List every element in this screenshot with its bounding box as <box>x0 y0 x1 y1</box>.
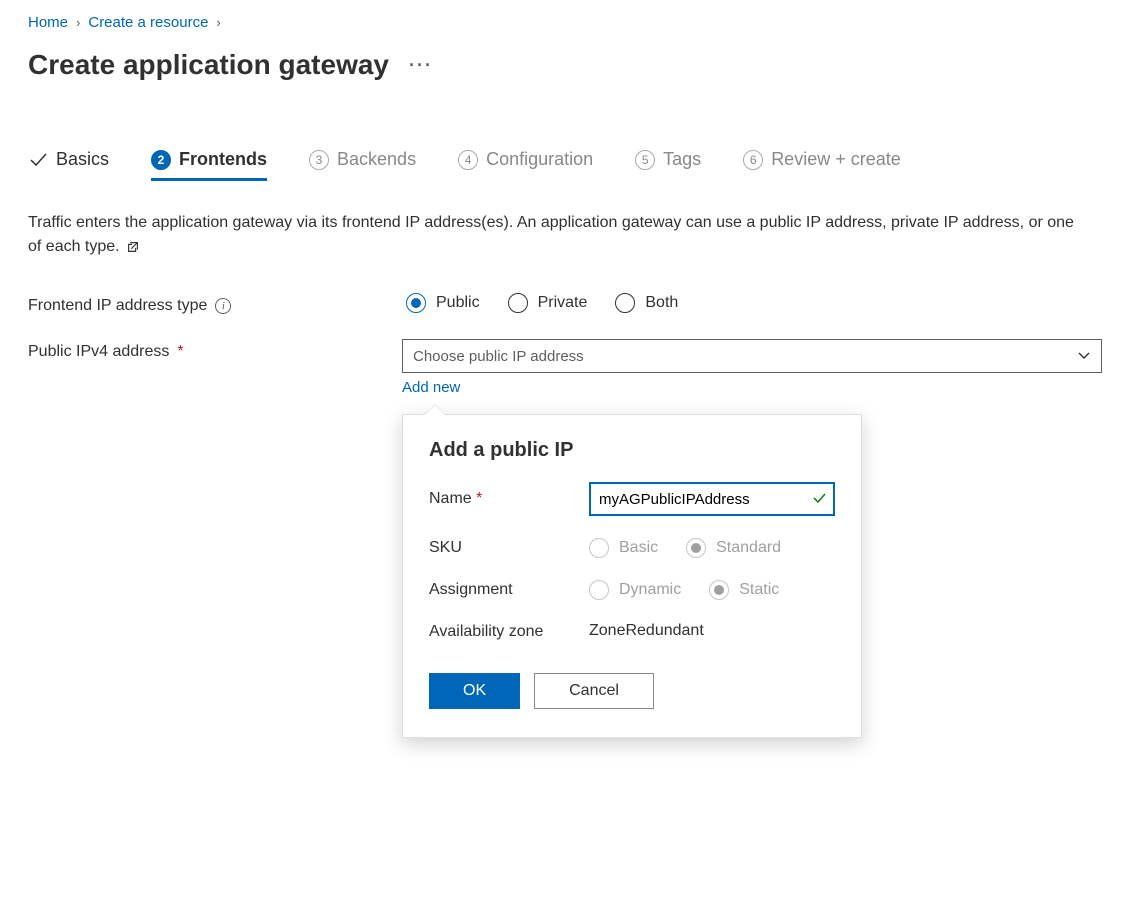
page-title-text: Create application gateway <box>28 49 389 81</box>
radio-label: Standard <box>716 539 781 557</box>
tab-label: Backends <box>337 149 416 170</box>
step-number-icon: 4 <box>458 150 478 170</box>
required-asterisk-icon: * <box>476 490 482 507</box>
radio-label: Private <box>538 294 588 312</box>
tab-configuration[interactable]: 4 Configuration <box>458 143 593 180</box>
popup-row-availability-zone: Availability zone ZoneRedundant <box>429 622 835 643</box>
popup-label-name: Name <box>429 490 472 507</box>
radio-dot-icon <box>406 293 426 313</box>
chevron-right-icon: › <box>216 15 220 30</box>
add-public-ip-popup: Add a public IP Name * SKU <box>402 414 862 738</box>
tab-label: Configuration <box>486 149 593 170</box>
radio-sku-basic: Basic <box>589 538 658 558</box>
popup-label-sku: SKU <box>429 539 589 557</box>
popup-row-assignment: Assignment Dynamic Static <box>429 580 835 600</box>
radio-private[interactable]: Private <box>508 293 588 313</box>
step-number-icon: 2 <box>151 150 171 170</box>
tab-label: Frontends <box>179 149 267 170</box>
radio-dot-icon <box>589 580 609 600</box>
radio-assignment-dynamic: Dynamic <box>589 580 681 600</box>
check-icon <box>811 490 827 511</box>
tab-review-create[interactable]: 6 Review + create <box>743 143 901 180</box>
popup-row-name: Name * <box>429 482 835 516</box>
step-number-icon: 3 <box>309 150 329 170</box>
radio-dot-icon <box>686 538 706 558</box>
radio-assignment-static: Static <box>709 580 779 600</box>
radio-dot-icon <box>589 538 609 558</box>
breadcrumb-home[interactable]: Home <box>28 14 68 31</box>
tab-frontends[interactable]: 2 Frontends <box>151 143 267 180</box>
more-actions-icon[interactable]: ··· <box>409 55 433 76</box>
required-asterisk-icon: * <box>177 343 183 361</box>
label-public-ipv4: Public IPv4 address <box>28 343 169 361</box>
radio-dot-icon <box>615 293 635 313</box>
chevron-down-icon <box>1077 348 1091 365</box>
popup-button-row: OK Cancel <box>429 673 835 709</box>
radio-sku-standard: Standard <box>686 538 781 558</box>
popup-label-availability-zone: Availability zone <box>429 622 589 643</box>
breadcrumb-create-resource[interactable]: Create a resource <box>88 14 208 31</box>
cancel-button[interactable]: Cancel <box>534 673 654 709</box>
popup-title: Add a public IP <box>429 439 835 462</box>
description-text: Traffic enters the application gateway v… <box>28 214 1074 255</box>
row-public-ipv4: Public IPv4 address * Choose public IP a… <box>28 339 1102 738</box>
tab-label: Basics <box>56 149 109 170</box>
radio-label: Both <box>645 294 678 312</box>
radio-public[interactable]: Public <box>406 293 480 313</box>
popup-row-sku: SKU Basic Standard <box>429 538 835 558</box>
row-frontend-ip-type: Frontend IP address type i Public Privat… <box>28 293 1102 315</box>
radio-group-frontend-ip-type: Public Private Both <box>406 293 1102 313</box>
radio-label: Static <box>739 581 779 599</box>
radio-dot-icon <box>709 580 729 600</box>
select-placeholder: Choose public IP address <box>413 348 584 365</box>
tab-description: Traffic enters the application gateway v… <box>28 211 1088 259</box>
tab-backends[interactable]: 3 Backends <box>309 143 416 180</box>
popup-label-assignment: Assignment <box>429 581 589 599</box>
wizard-tabs: Basics 2 Frontends 3 Backends 4 Configur… <box>28 143 1102 181</box>
select-public-ip[interactable]: Choose public IP address <box>402 339 1102 373</box>
label-frontend-ip-type: Frontend IP address type <box>28 297 207 315</box>
add-new-link[interactable]: Add new <box>402 379 460 396</box>
tab-basics[interactable]: Basics <box>28 143 109 180</box>
availability-zone-value: ZoneRedundant <box>589 622 835 640</box>
info-icon[interactable]: i <box>215 298 231 314</box>
breadcrumb: Home › Create a resource › <box>28 14 1102 31</box>
chevron-right-icon: › <box>76 15 80 30</box>
radio-label: Public <box>436 294 480 312</box>
radio-dot-icon <box>508 293 528 313</box>
check-icon <box>28 150 48 170</box>
radio-label: Basic <box>619 539 658 557</box>
ok-button[interactable]: OK <box>429 673 520 709</box>
name-input[interactable] <box>589 482 835 516</box>
learn-more-link[interactable] <box>124 238 140 255</box>
tab-label: Review + create <box>771 149 901 170</box>
tab-tags[interactable]: 5 Tags <box>635 143 701 180</box>
tab-label: Tags <box>663 149 701 170</box>
radio-both[interactable]: Both <box>615 293 678 313</box>
page-title: Create application gateway ··· <box>28 49 1102 81</box>
step-number-icon: 6 <box>743 150 763 170</box>
step-number-icon: 5 <box>635 150 655 170</box>
external-link-icon <box>126 240 140 254</box>
radio-label: Dynamic <box>619 581 681 599</box>
